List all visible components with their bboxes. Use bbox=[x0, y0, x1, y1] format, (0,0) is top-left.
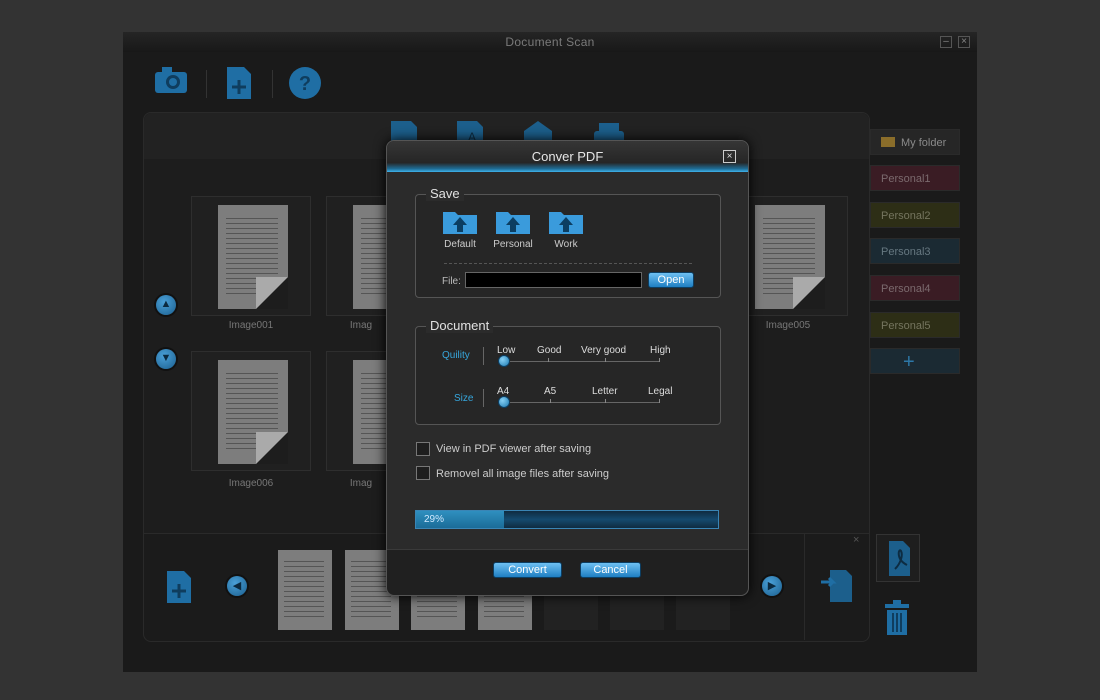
quality-slider-knob[interactable] bbox=[498, 355, 510, 367]
size-label: Size bbox=[454, 393, 474, 404]
dialog-footer: Convert Cancel bbox=[387, 549, 748, 595]
progress-text: 29% bbox=[424, 514, 445, 525]
view-pdf-label: View in PDF viewer after saving bbox=[436, 443, 592, 455]
new-document-icon[interactable] bbox=[226, 66, 252, 105]
size-option-a5: A5 bbox=[544, 386, 557, 397]
folder-upload-icon bbox=[442, 209, 478, 235]
progress-bar: 29% bbox=[415, 510, 719, 529]
svg-text:?: ? bbox=[299, 73, 311, 95]
open-button[interactable]: Open bbox=[648, 272, 694, 288]
scroll-down-button[interactable]: ▼ bbox=[156, 349, 176, 369]
folder-label: Personal2 bbox=[881, 210, 931, 222]
folder-label: Personal1 bbox=[881, 173, 931, 185]
quality-label: Quility bbox=[442, 350, 470, 361]
convert-button[interactable]: Convert bbox=[493, 562, 562, 578]
dialog-header: Conver PDF × bbox=[387, 141, 748, 172]
strip-page[interactable] bbox=[278, 550, 332, 630]
size-option-legal: Legal bbox=[648, 386, 673, 397]
cancel-button[interactable]: Cancel bbox=[580, 562, 641, 578]
thumbnail-label: Image001 bbox=[228, 320, 274, 331]
view-pdf-checkbox[interactable] bbox=[416, 442, 430, 456]
folder-upload-icon bbox=[495, 209, 531, 235]
save-group: Save Default Personal Work File: Open bbox=[415, 186, 721, 298]
strip-next-button[interactable]: ▶ bbox=[762, 576, 782, 596]
folder-personal2[interactable]: Personal2 bbox=[870, 202, 960, 228]
close-window-button[interactable]: × bbox=[958, 36, 970, 48]
file-label: File: bbox=[442, 276, 461, 287]
thumbnail[interactable] bbox=[191, 196, 311, 316]
save-work-label: Work bbox=[554, 239, 578, 250]
thumbnail-label: Image006 bbox=[228, 478, 274, 489]
strip-prev-button[interactable]: ◀ bbox=[227, 576, 247, 596]
save-default-button[interactable]: Default bbox=[434, 209, 486, 250]
add-folder-button[interactable]: + bbox=[870, 348, 960, 374]
save-personal-button[interactable]: Personal bbox=[487, 209, 539, 250]
window-title: Document Scan bbox=[505, 35, 595, 49]
quality-option-good: Good bbox=[537, 345, 562, 356]
folder-upload-icon bbox=[548, 209, 584, 235]
quality-slider-track[interactable] bbox=[504, 361, 660, 362]
plus-icon: + bbox=[903, 351, 915, 373]
size-option-letter: Letter bbox=[592, 386, 618, 397]
camera-icon[interactable] bbox=[153, 64, 189, 99]
folder-icon bbox=[881, 137, 895, 147]
folder-personal4[interactable]: Personal4 bbox=[870, 275, 960, 301]
pdf-icon bbox=[889, 541, 910, 576]
folder-my-folder[interactable]: My folder bbox=[870, 129, 960, 155]
help-icon[interactable]: ? bbox=[288, 66, 322, 105]
folder-label: My folder bbox=[901, 137, 947, 149]
pdf-button[interactable] bbox=[876, 534, 920, 582]
quality-option-very-good: Very good bbox=[581, 345, 627, 356]
folder-personal1[interactable]: Personal1 bbox=[870, 165, 960, 191]
convert-pdf-dialog: Conver PDF × Save Default Personal Work … bbox=[386, 140, 749, 596]
dialog-close-button[interactable]: × bbox=[723, 150, 736, 163]
remove-images-label: Removel all image files after saving bbox=[436, 468, 610, 480]
save-personal-label: Personal bbox=[493, 239, 533, 250]
close-strip-icon[interactable]: × bbox=[853, 534, 859, 546]
import-pdf-icon[interactable] bbox=[820, 568, 854, 609]
dialog-title: Conver PDF bbox=[531, 149, 604, 164]
size-slider-track[interactable] bbox=[504, 402, 660, 403]
save-group-title: Save bbox=[426, 186, 464, 201]
folder-label: Personal3 bbox=[881, 246, 931, 258]
remove-images-checkbox[interactable] bbox=[416, 466, 430, 480]
scroll-up-button[interactable]: ▲ bbox=[156, 295, 176, 315]
folder-personal5[interactable]: Personal5 bbox=[870, 312, 960, 338]
save-work-button[interactable]: Work bbox=[540, 209, 592, 250]
quality-option-high: High bbox=[650, 345, 671, 356]
save-default-label: Default bbox=[444, 239, 476, 250]
minimize-button[interactable]: – bbox=[940, 36, 952, 48]
trash-icon[interactable] bbox=[883, 600, 911, 641]
folder-label: Personal4 bbox=[881, 283, 931, 295]
file-path-input[interactable] bbox=[465, 272, 642, 288]
document-group: Document Quility Low Good Very good High… bbox=[415, 318, 721, 425]
document-group-title: Document bbox=[426, 318, 494, 333]
add-page-icon[interactable] bbox=[166, 570, 192, 609]
folder-personal3[interactable]: Personal3 bbox=[870, 238, 960, 264]
title-bar: Document Scan – × bbox=[123, 32, 977, 52]
thumbnail[interactable] bbox=[191, 351, 311, 471]
folder-label: Personal5 bbox=[881, 320, 931, 332]
quality-option-low: Low bbox=[497, 345, 516, 356]
size-slider-knob[interactable] bbox=[498, 396, 510, 408]
